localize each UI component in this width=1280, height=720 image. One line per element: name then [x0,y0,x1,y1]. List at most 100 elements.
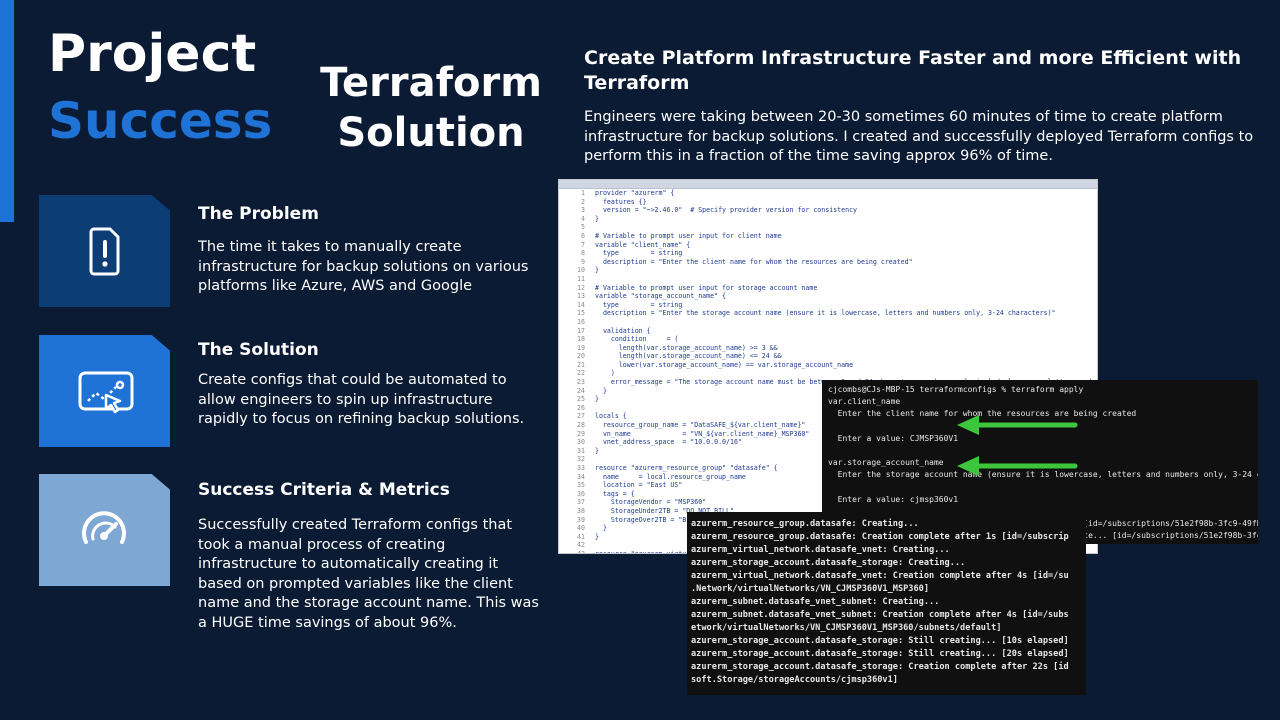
solution-body: Create configs that could be automated t… [198,372,525,427]
code-line: 12 # Variable to prompt user input for st… [559,284,1097,293]
code-text: } [595,386,607,395]
code-line: 1 provider "azurerm" { [559,189,1097,198]
success-title: Success [48,92,273,150]
green-arrow-icon [957,456,1078,476]
problem-icon-tile [39,195,170,307]
code-text: provider "azurerm" { [595,189,675,197]
line-number: 23 [577,378,585,387]
terminal-line: azurerm_virtual_network.datasafe_vnet: C… [691,571,1069,581]
code-text: ) [595,369,615,378]
line-number: 24 [577,386,585,395]
terraform-solution-title: Terraform Solution [320,60,542,156]
terminal-line: azurerm_storage_account.datasafe_storage… [691,662,1069,672]
code-line: 19 length(var.storage_account_name) >= 3… [559,344,1097,353]
line-number: 40 [577,524,585,533]
terminal-line: azurerm_resource_group.datasafe: Creatio… [691,532,1069,542]
accent-bar [0,0,14,222]
code-text: type = string [595,249,683,258]
line-number: 21 [577,360,585,369]
line-number: 35 [577,481,585,490]
line-number: 18 [577,335,585,344]
alert-phone-icon [89,227,120,276]
line-number: 30 [577,438,585,447]
terminal-line: .Network/virtualNetworks/VN_CJMSP360V1_M… [691,584,929,594]
line-number: 29 [577,429,585,438]
code-text: description = "Enter the storage account… [595,309,1056,318]
code-text: tags = { [595,489,635,498]
code-text: condition = ( [595,335,679,344]
line-number: 10 [577,266,585,275]
terminal-line: azurerm_resource_group.datasafe: Creatin… [691,519,919,529]
code-text: StorageVendor = "MSP360" [595,498,707,507]
line-number: 41 [577,532,585,541]
code-line: 4} [559,215,1097,224]
code-line: 2 features {} [559,198,1097,207]
code-line: 13 variable "storage_account_name" { [559,292,1097,301]
line-number: 14 [577,300,585,309]
line-number: 22 [577,369,585,378]
line-number: 39 [577,515,585,524]
code-text: resource_group_name = "DataSAFE_${var.cl… [595,421,806,430]
headline: Create Platform Infrastructure Faster an… [584,47,1242,94]
line-number: 19 [577,343,585,352]
code-line: 3 version = "~>2.46.0" # Specify provide… [559,206,1097,215]
code-text: type = string [595,300,683,309]
line-number: 5 [581,223,585,232]
code-line: 9 description = "Enter the client name f… [559,258,1097,267]
code-text: # Variable to prompt user input for clie… [595,231,782,240]
line-number: 4 [581,214,585,223]
line-number: 8 [581,249,585,258]
code-text: description = "Enter the client name for… [595,257,913,266]
code-text: vn_name = "VN_${var.client_name}_MSP360" [595,429,810,438]
code-text: variable "storage_account_name" { [595,292,727,301]
line-number: 37 [577,498,585,507]
code-line: 20 length(var.storage_account_name) <= 2… [559,352,1097,361]
code-text: # Variable to prompt user input for stor… [595,283,818,292]
line-number: 27 [577,412,585,421]
terminal-line: azurerm_storage_account.datasafe_storage… [691,558,966,568]
code-line: 17 validation { [559,327,1097,336]
line-number: 17 [577,326,585,335]
terminal-line: etwork/virtualNetworks/VN_CJMSP360V1_MSP… [691,623,1002,633]
code-text: variable "client_name" { [595,240,691,249]
code-text: name = local.resource_group_name [595,472,746,481]
code-text: lower(var.storage_account_name) == var.s… [595,360,854,369]
code-text: } [595,524,607,533]
line-number: 2 [581,197,585,206]
code-text: validation { [595,326,651,335]
problem-title: The Problem [198,204,319,224]
green-arrow-icon [957,415,1078,435]
line-number: 42 [577,541,585,550]
line-number: 28 [577,421,585,430]
speedometer-icon [82,511,126,544]
code-line: 10} [559,266,1097,275]
solution-title: The Solution [198,340,319,360]
line-number: 7 [581,240,585,249]
line-number: 11 [577,274,585,283]
code-text: features {} [595,197,647,206]
code-line: 14 type = string [559,301,1097,310]
line-number: 15 [577,309,585,318]
intro-paragraph: Engineers were taking between 20-30 some… [584,109,1254,164]
line-number: 26 [577,403,585,412]
line-number: 36 [577,489,585,498]
terminal-line: azurerm_storage_account.datasafe_storage… [691,649,1069,659]
terminal-apply-output: azurerm_resource_group.datasafe: Creatin… [687,512,1086,695]
line-number: 6 [581,231,585,240]
code-text: version = "~>2.46.0" # Specify provider … [595,206,858,215]
code-line: 22 ) [559,369,1097,378]
line-number: 13 [577,292,585,301]
line-number: 32 [577,455,585,464]
code-text: locals { [595,412,627,421]
editor-tab-bar [559,180,1097,189]
code-line: 21 lower(var.storage_account_name) == va… [559,361,1097,370]
code-text: resource "azurerm_resource_group" "datas… [595,464,778,472]
code-text: } [595,446,599,455]
code-line: 18 condition = ( [559,335,1097,344]
code-text: } [595,266,599,275]
code-line: 8 type = string [559,249,1097,258]
line-number: 12 [577,283,585,292]
metrics-body: Successfully created Terraform configs t… [198,517,539,631]
line-number: 16 [577,317,585,326]
terminal-line: cjcombs@CJs-MBP-15 terraformconfigs % te… [828,385,1084,394]
